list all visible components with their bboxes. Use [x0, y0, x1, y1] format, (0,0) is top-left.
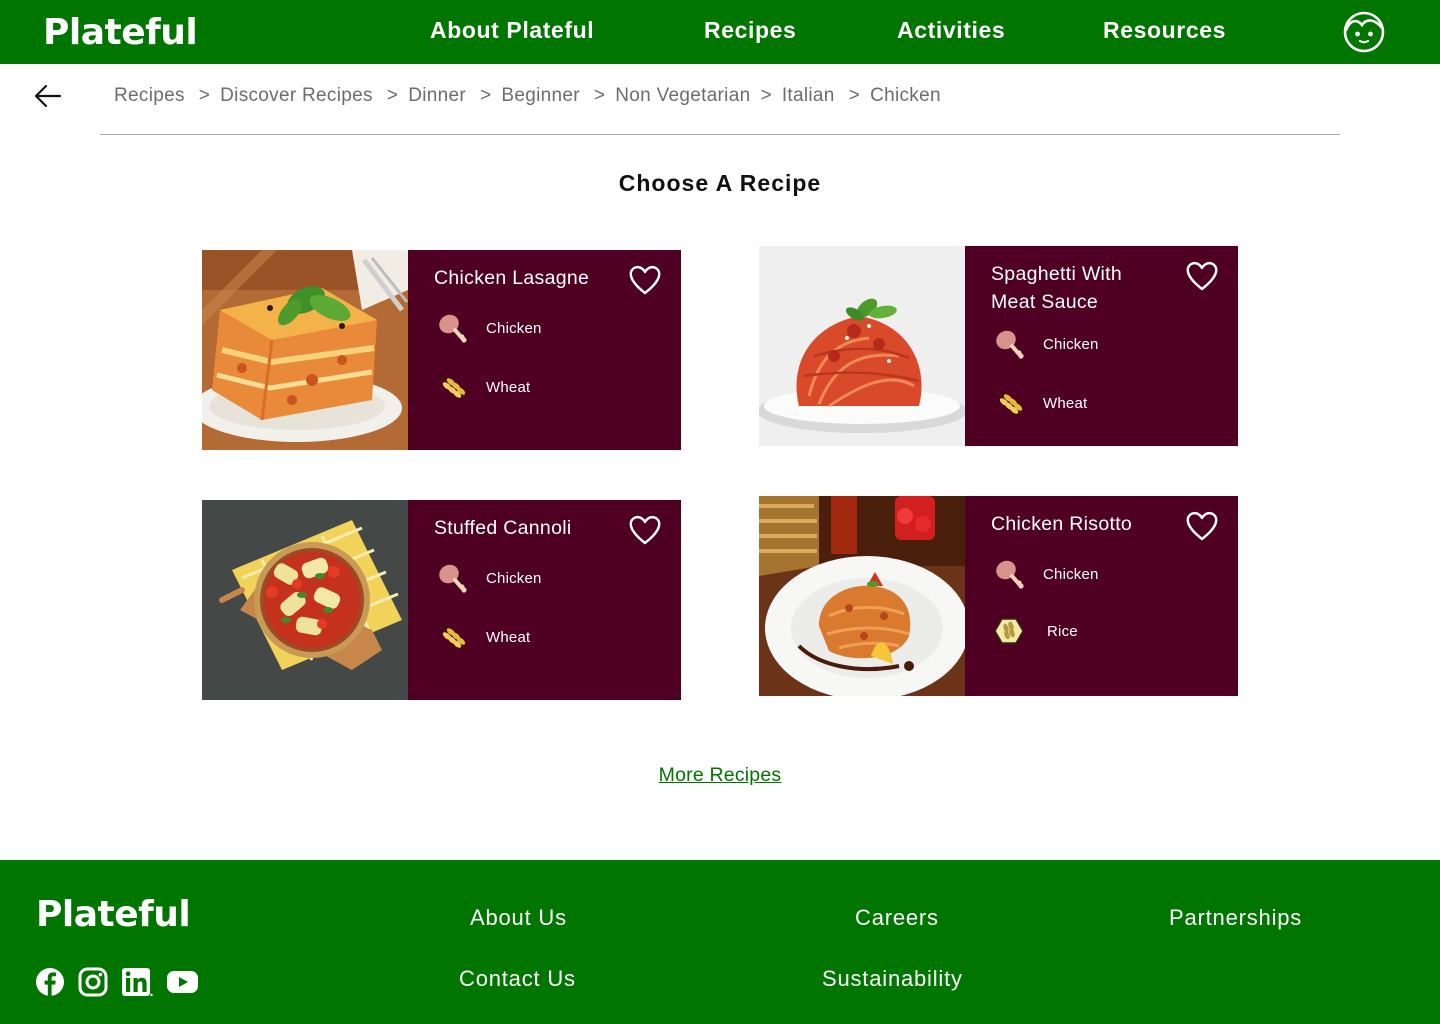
- nav-recipes[interactable]: Recipes: [704, 14, 796, 46]
- breadcrumb-separator: >: [848, 85, 861, 106]
- recipe-info-panel: Chicken Risotto Chicken Rice: [965, 496, 1238, 696]
- recipe-card[interactable]: Chicken Risotto Chicken Rice: [759, 496, 1238, 696]
- breadcrumb-dinner[interactable]: Dinner: [408, 85, 466, 107]
- top-navigation-bar: Plateful About Plateful Recipes Activiti…: [0, 0, 1440, 64]
- ingredient-label: Wheat: [486, 628, 531, 646]
- ingredient-label: Chicken: [1043, 565, 1099, 583]
- recipe-info-panel: Spaghetti With Meat Sauce Chicken Wheat: [965, 246, 1238, 446]
- ingredient-label: Chicken: [1043, 335, 1099, 353]
- ingredient-item: Chicken: [434, 561, 542, 595]
- recipe-card[interactable]: Stuffed Cannoli Chicken Wheat: [202, 500, 681, 700]
- ingredient-label: Chicken: [486, 319, 542, 337]
- breadcrumb-separator: >: [479, 85, 492, 106]
- breadcrumb-discover-recipes[interactable]: Discover Recipes: [220, 85, 373, 107]
- breadcrumb: Recipes > Discover Recipes > Dinner > Be…: [114, 82, 941, 110]
- ingredient-item: Chicken: [991, 557, 1099, 591]
- back-arrow-icon[interactable]: [32, 80, 64, 112]
- wheat-icon: [434, 370, 470, 404]
- ingredient-label: Rice: [1047, 622, 1078, 640]
- favorite-heart-icon[interactable]: [628, 264, 662, 296]
- favorite-heart-icon[interactable]: [1185, 510, 1219, 542]
- wheat-icon: [434, 620, 470, 654]
- breadcrumb-separator: >: [760, 85, 772, 106]
- recipe-image-lasagne: [202, 250, 408, 450]
- breadcrumb-separator: >: [198, 85, 211, 106]
- footer-link-partnerships[interactable]: Partnerships: [1169, 903, 1302, 933]
- chicken-leg-icon: [991, 327, 1027, 361]
- nav-activities[interactable]: Activities: [897, 14, 1005, 46]
- recipe-title[interactable]: Chicken Lasagne: [434, 264, 614, 292]
- ingredient-label: Wheat: [1043, 394, 1088, 412]
- more-recipes-container: More Recipes: [0, 764, 1440, 787]
- footer-logo[interactable]: Plateful: [36, 894, 191, 936]
- ingredient-item: Wheat: [991, 386, 1087, 420]
- chicken-leg-icon: [434, 311, 470, 345]
- ingredient-label: Wheat: [486, 378, 531, 396]
- nav-resources[interactable]: Resources: [1103, 14, 1226, 46]
- breadcrumb-italian[interactable]: Italian: [782, 85, 835, 107]
- breadcrumb-separator: >: [593, 85, 606, 106]
- page-title: Choose A Recipe: [618, 170, 822, 196]
- instagram-icon[interactable]: [78, 967, 108, 997]
- linkedin-icon[interactable]: [121, 967, 153, 997]
- recipe-info-panel: Stuffed Cannoli Chicken Wheat: [408, 500, 681, 700]
- youtube-icon[interactable]: [166, 967, 199, 997]
- footer-link-sustainability[interactable]: Sustainability: [822, 964, 963, 994]
- recipe-title[interactable]: Spaghetti With Meat Sauce: [991, 260, 1171, 316]
- ingredient-item: Wheat: [434, 370, 530, 404]
- chicken-leg-icon: [434, 561, 470, 595]
- more-recipes-link[interactable]: More Recipes: [659, 764, 782, 786]
- favorite-heart-icon[interactable]: [628, 514, 662, 546]
- breadcrumb-recipes[interactable]: Recipes: [114, 85, 185, 107]
- breadcrumb-separator: >: [386, 85, 399, 106]
- plateful-logo[interactable]: Plateful: [43, 12, 198, 54]
- recipe-image-risotto: [759, 496, 965, 696]
- breadcrumb-chicken[interactable]: Chicken: [870, 85, 941, 107]
- favorite-heart-icon[interactable]: [1185, 260, 1219, 292]
- footer-link-about-us[interactable]: About Us: [470, 903, 567, 933]
- nav-about-plateful[interactable]: About Plateful: [430, 14, 594, 46]
- ingredient-item: Chicken: [991, 327, 1099, 361]
- recipe-card[interactable]: Chicken Lasagne Chicken Wheat: [202, 250, 681, 450]
- chicken-leg-icon: [991, 557, 1027, 591]
- footer-link-careers[interactable]: Careers: [855, 903, 939, 933]
- recipe-card[interactable]: Spaghetti With Meat Sauce Chicken Wheat: [759, 246, 1238, 446]
- rice-icon: [991, 614, 1027, 648]
- ingredient-item: Chicken: [434, 311, 542, 345]
- recipe-info-panel: Chicken Lasagne Chicken Wheat: [408, 250, 681, 450]
- breadcrumb-beginner[interactable]: Beginner: [501, 85, 579, 107]
- profile-avatar-icon[interactable]: [1342, 10, 1386, 54]
- recipe-title[interactable]: Stuffed Cannoli: [434, 514, 614, 542]
- footer-link-contact-us[interactable]: Contact Us: [459, 964, 576, 994]
- recipe-title[interactable]: Chicken Risotto: [991, 510, 1171, 538]
- wheat-icon: [991, 386, 1027, 420]
- facebook-icon[interactable]: [35, 967, 65, 997]
- footer: Plateful About Us Careers Partnerships C…: [0, 860, 1440, 1024]
- recipe-image-spaghetti: [759, 246, 965, 446]
- ingredient-item: Rice: [991, 614, 1078, 648]
- ingredient-label: Chicken: [486, 569, 542, 587]
- recipe-image-cannoli: [202, 500, 408, 700]
- breadcrumb-divider: [100, 134, 1340, 135]
- ingredient-item: Wheat: [434, 620, 530, 654]
- breadcrumb-non-vegetarian[interactable]: Non Vegetarian: [615, 85, 750, 107]
